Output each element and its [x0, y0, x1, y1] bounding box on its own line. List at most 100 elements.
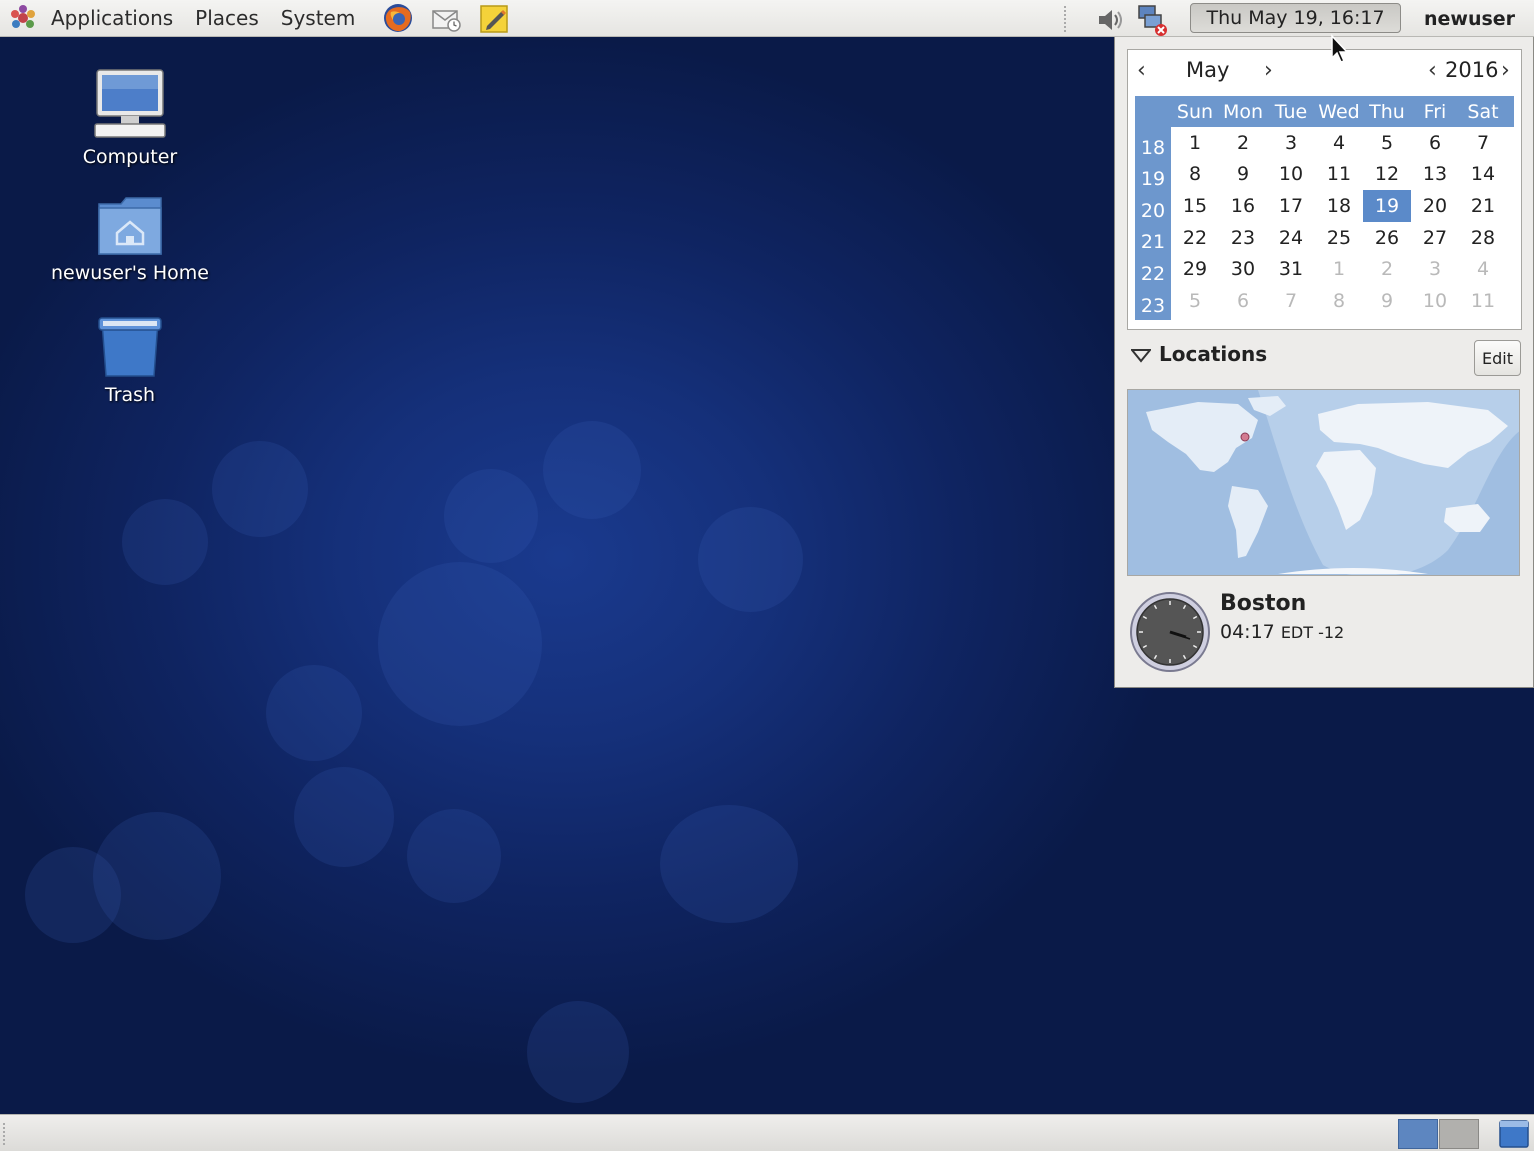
day-cell[interactable]: 29 — [1171, 253, 1219, 285]
edit-locations-button[interactable]: Edit — [1474, 340, 1521, 376]
day-cell[interactable]: 12 — [1363, 159, 1411, 191]
home-folder-icon — [98, 197, 162, 255]
day-grid: 1 2 3 4 5 6 7 8 9 10 11 12 13 14 15 16 1… — [1171, 127, 1507, 320]
week-number: 18 — [1140, 136, 1166, 159]
day-cell[interactable]: 26 — [1363, 222, 1411, 254]
day-cell[interactable]: 8 — [1171, 159, 1219, 191]
user-menu[interactable]: newuser — [1424, 0, 1528, 37]
mail-icon[interactable] — [428, 0, 464, 36]
week-number: 22 — [1140, 262, 1166, 285]
locations-title: Locations — [1159, 342, 1268, 366]
day-cell-other-month[interactable]: 11 — [1459, 285, 1507, 317]
weekday-label: Mon — [1222, 100, 1264, 123]
volume-icon[interactable] — [1092, 2, 1128, 38]
next-month-button[interactable]: › — [1264, 58, 1273, 83]
day-cell[interactable]: 30 — [1219, 253, 1267, 285]
day-cell[interactable]: 25 — [1315, 222, 1363, 254]
day-cell[interactable]: 1 — [1171, 127, 1219, 159]
day-cell-other-month[interactable]: 8 — [1315, 285, 1363, 317]
network-disconnected-icon[interactable] — [1134, 2, 1170, 38]
bokeh-circle — [266, 665, 362, 761]
week-numbers: 18 19 20 21 22 23 — [1135, 127, 1171, 320]
trash-applet-icon[interactable] — [1497, 1118, 1531, 1150]
panel-handle — [3, 1123, 7, 1145]
bokeh-circle — [378, 562, 542, 726]
location-time-value: 04:17 — [1220, 621, 1275, 643]
day-cell[interactable]: 7 — [1459, 127, 1507, 159]
day-cell-today[interactable]: 19 — [1363, 190, 1411, 222]
day-cell[interactable]: 17 — [1267, 190, 1315, 222]
menu-places[interactable]: Places — [184, 0, 270, 37]
day-cell[interactable]: 18 — [1315, 190, 1363, 222]
day-cell[interactable]: 9 — [1219, 159, 1267, 191]
day-cell[interactable]: 23 — [1219, 222, 1267, 254]
bokeh-circle — [527, 1001, 629, 1103]
menu-system[interactable]: System — [270, 0, 367, 37]
day-cell-other-month[interactable]: 5 — [1171, 285, 1219, 317]
day-cell[interactable]: 21 — [1459, 190, 1507, 222]
day-cell[interactable]: 5 — [1363, 127, 1411, 159]
desktop-icon-home[interactable]: newuser's Home — [30, 196, 230, 284]
day-cell[interactable]: 22 — [1171, 222, 1219, 254]
weekday-label: Thu — [1369, 100, 1405, 123]
day-cell-other-month[interactable]: 10 — [1411, 285, 1459, 317]
day-cell[interactable]: 20 — [1411, 190, 1459, 222]
week-number: 23 — [1140, 294, 1166, 317]
menu-applications[interactable]: Applications — [40, 0, 184, 37]
day-cell[interactable]: 31 — [1267, 253, 1315, 285]
bokeh-circle — [660, 805, 798, 923]
desktop-icon-label: Trash — [104, 384, 156, 406]
day-cell[interactable]: 6 — [1411, 127, 1459, 159]
notes-icon[interactable] — [476, 0, 512, 36]
locations-header: Locations Edit — [1129, 340, 1521, 380]
weekday-label: Fri — [1423, 100, 1447, 123]
prev-year-button[interactable]: ‹ — [1428, 58, 1437, 83]
weekday-header: Sun Mon Tue Wed Thu Fri Sat — [1135, 96, 1514, 127]
year-label: 2016 — [1445, 58, 1499, 82]
expander-triangle-icon[interactable] — [1131, 349, 1151, 363]
bokeh-circle — [122, 499, 208, 585]
prev-month-button[interactable]: ‹ — [1137, 58, 1146, 83]
weekday-label: Wed — [1318, 100, 1360, 123]
day-cell[interactable]: 10 — [1267, 159, 1315, 191]
day-cell[interactable]: 16 — [1219, 190, 1267, 222]
day-cell[interactable]: 3 — [1267, 127, 1315, 159]
desktop-icon-trash[interactable]: Trash — [30, 316, 230, 406]
day-cell-other-month[interactable]: 2 — [1363, 253, 1411, 285]
gnome-foot-icon[interactable] — [6, 0, 40, 36]
day-cell[interactable]: 2 — [1219, 127, 1267, 159]
week-number: 19 — [1140, 168, 1166, 191]
bokeh-circle — [543, 421, 641, 519]
day-cell[interactable]: 27 — [1411, 222, 1459, 254]
day-cell-other-month[interactable]: 4 — [1459, 253, 1507, 285]
next-year-button[interactable]: › — [1501, 58, 1510, 83]
location-city: Boston — [1220, 591, 1307, 616]
computer-icon — [94, 69, 166, 138]
bokeh-circle — [444, 469, 538, 563]
day-cell-other-month[interactable]: 1 — [1315, 253, 1363, 285]
bottom-panel — [0, 1114, 1534, 1151]
mouse-cursor-icon — [1331, 34, 1349, 63]
day-cell[interactable]: 24 — [1267, 222, 1315, 254]
day-cell[interactable]: 4 — [1315, 127, 1363, 159]
analog-clock-icon — [1130, 592, 1210, 672]
world-map — [1127, 389, 1520, 576]
day-cell-other-month[interactable]: 3 — [1411, 253, 1459, 285]
weekday-label: Sat — [1467, 100, 1499, 123]
day-cell[interactable]: 28 — [1459, 222, 1507, 254]
bokeh-circle — [698, 507, 803, 612]
day-cell[interactable]: 14 — [1459, 159, 1507, 191]
firefox-icon[interactable] — [380, 0, 416, 36]
day-cell[interactable]: 13 — [1411, 159, 1459, 191]
workspace-1[interactable] — [1398, 1119, 1438, 1149]
desktop-icon-computer[interactable]: Computer — [30, 68, 230, 168]
day-cell-other-month[interactable]: 7 — [1267, 285, 1315, 317]
calendar: ‹ May › ‹ 2016 › Sun Mon Tue Wed Thu Fri… — [1127, 49, 1522, 330]
day-cell[interactable]: 15 — [1171, 190, 1219, 222]
day-cell[interactable]: 11 — [1315, 159, 1363, 191]
desktop-icon-label: newuser's Home — [51, 262, 209, 284]
day-cell-other-month[interactable]: 6 — [1219, 285, 1267, 317]
clock-button[interactable]: Thu May 19, 16:17 — [1190, 3, 1401, 33]
workspace-2[interactable] — [1439, 1119, 1479, 1149]
day-cell-other-month[interactable]: 9 — [1363, 285, 1411, 317]
